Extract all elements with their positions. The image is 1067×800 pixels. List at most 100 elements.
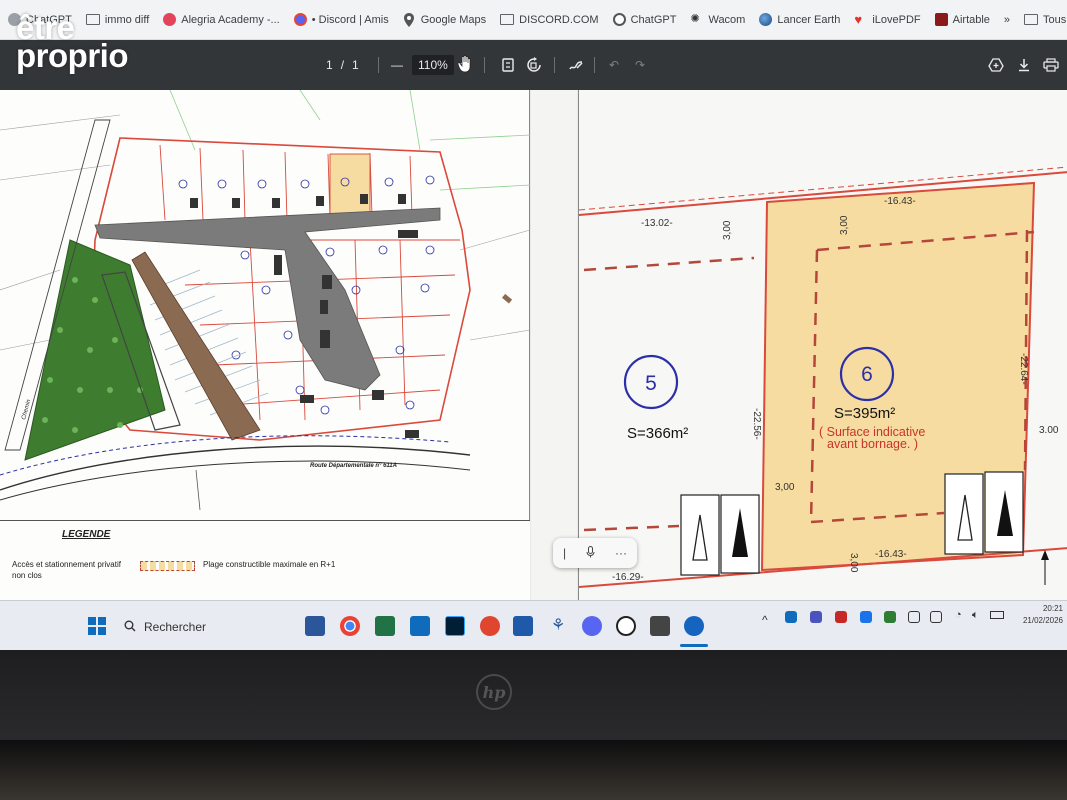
download-button[interactable] [1016,40,1032,90]
toolbar-divider [378,57,379,73]
outlook-icon[interactable] [410,616,430,636]
legend-panel: LEGENDE Accès et stationnement privatif … [0,520,530,600]
app-circle-icon[interactable] [616,616,636,636]
site-plan-sheet: Route Départementale n° 611A Chemin LEGE… [0,90,531,600]
teams-tray-icon[interactable] [810,611,822,623]
windows-start-icon[interactable] [88,617,106,635]
zoom-level-input[interactable]: 110% [412,55,454,75]
tray-red-icon[interactable] [835,611,847,623]
tray-app-icon-3[interactable] [930,611,942,623]
bookmarks-more-chevron[interactable]: » [1004,14,1010,26]
download-icon [1016,57,1032,73]
watermark-logo: être proprio [16,11,128,72]
tray-green-icon[interactable] [884,611,896,623]
word-icon[interactable] [305,616,325,636]
legend-title: LEGENDE [62,529,111,540]
chrome-icon[interactable] [340,616,360,636]
bookmark-alegria[interactable]: Alegria Academy -... [163,13,280,26]
lot-6-left-setback-dim: 3,00 [775,482,795,493]
bookmark-airtable[interactable]: Airtable [934,13,990,26]
bookmark-all[interactable]: Tous les [1024,14,1067,26]
bookmark-lancer-earth[interactable]: Lancer Earth [759,13,840,26]
lot-5-setback-dim: 3,00 [722,220,733,240]
undo-icon: ↶ [608,58,620,72]
taskbar-search[interactable]: Rechercher [124,614,294,640]
site-plan-drawing: Route Départementale n° 611A Chemin [0,90,531,511]
photoshop-icon[interactable] [445,616,465,636]
bookmark-discord-com[interactable]: DISCORD.COM [500,14,599,26]
undo-button[interactable]: ↶ [606,40,622,90]
ilovepdf-icon: ♥ [854,12,863,27]
bookmark-google-maps[interactable]: Google Maps [403,13,486,27]
redo-icon: ↷ [634,58,646,72]
tray-app-icon[interactable] [785,611,797,623]
bookmark-wacom[interactable]: ✺ Wacom [690,13,745,26]
drive-save-icon [988,57,1004,73]
fit-page-button[interactable] [500,40,516,90]
page-separator: / [340,58,345,72]
discord-taskbar-icon[interactable] [582,616,602,636]
tray-overflow-chevron[interactable]: ^ [762,613,768,627]
active-app-indicator [680,644,708,647]
page-gap [531,90,577,600]
microphone-icon[interactable] [586,545,595,561]
maps-pin-icon [403,13,416,27]
app-blue-icon[interactable] [684,616,704,636]
print-icon [1043,57,1059,73]
discord-icon [293,13,307,26]
redo-button[interactable]: ↷ [632,40,648,90]
legend-item-constructible: Plage constructible maximale en R+1 [203,560,336,569]
excel-icon[interactable] [375,616,395,636]
snipping-tool-icon[interactable] [513,616,533,636]
tray-blue-icon[interactable] [860,611,872,623]
toolbar-divider [554,57,555,73]
save-to-drive-button[interactable] [988,40,1004,90]
battery-icon[interactable] [990,611,1004,619]
wifi-icon[interactable]: ◔ [955,609,962,621]
bookmark-chatgpt-2[interactable]: ChatGPT [612,13,676,26]
folder-icon [1024,14,1039,25]
wacom-icon: ✺ [690,13,700,25]
car-app-icon[interactable] [650,616,670,636]
rotate-button[interactable] [526,40,542,90]
search-placeholder: Rechercher [144,620,207,634]
app-red-icon[interactable] [480,616,500,636]
tray-app-icon-2[interactable] [908,611,920,623]
zoom-out-button[interactable]: — [391,40,403,90]
annotate-button[interactable] [568,40,584,90]
lot-6-note-line-2: avant bornage. ) [827,437,918,451]
print-button[interactable] [1043,40,1059,90]
hand-cursor-icon [458,52,472,76]
lot-6-bottom-setback-dim: 3,00 [848,553,859,573]
bookmark-discord[interactable]: • Discord | Amis [293,13,389,26]
pdf-viewport[interactable]: Route Départementale n° 611A Chemin LEGE… [0,90,1067,600]
laptop-bottom-edge [0,740,1067,800]
bookmarks-bar: ChatGPT immo diff Alegria Academy -... •… [0,0,1067,40]
fit-page-icon [500,57,516,73]
photo-of-laptop-screen: ChatGPT immo diff Alegria Academy -... •… [0,0,1067,800]
airtable-icon [934,13,948,26]
clock-date: 21/02/2026 [1022,616,1063,625]
text-cursor-icon[interactable]: | [563,546,566,560]
lot-6-number: 6 [861,363,873,386]
network-app-icon[interactable]: ⚘ [548,616,568,636]
lot-5-bottom-dim: -16.29- [612,572,644,583]
volume-icon[interactable]: 🔈︎ [972,609,979,622]
lot-6-side-dim: -22.64- [1018,353,1029,385]
bookmark-ilovepdf[interactable]: ♥ iLovePDF [854,13,920,26]
lot-6-bottom-dim: -16.43- [875,549,907,560]
lot-6-setback-top-dim: 3,00 [839,215,850,235]
hp-logo: hp [476,674,512,710]
taskbar-clock[interactable]: 20:21 21/02/2026 [1023,603,1063,627]
lot-6-surface: S=395m² [834,405,895,422]
page-indicator: 1 / 1 [326,40,359,90]
lot-5-surface: S=366m² [627,425,688,442]
folder-icon [500,14,515,25]
more-options-icon[interactable]: ··· [615,546,627,560]
lot-5-side-dim: -22.56- [751,408,762,440]
lot-5-number: 5 [645,372,657,395]
legend-swatch-constructible [140,561,195,571]
page-current-input[interactable]: 1 [326,58,333,72]
lot-detail-sheet: 5 6 S=366m² S=395m² ( Surface indicative… [578,90,1067,600]
toolbar-divider [484,57,485,73]
